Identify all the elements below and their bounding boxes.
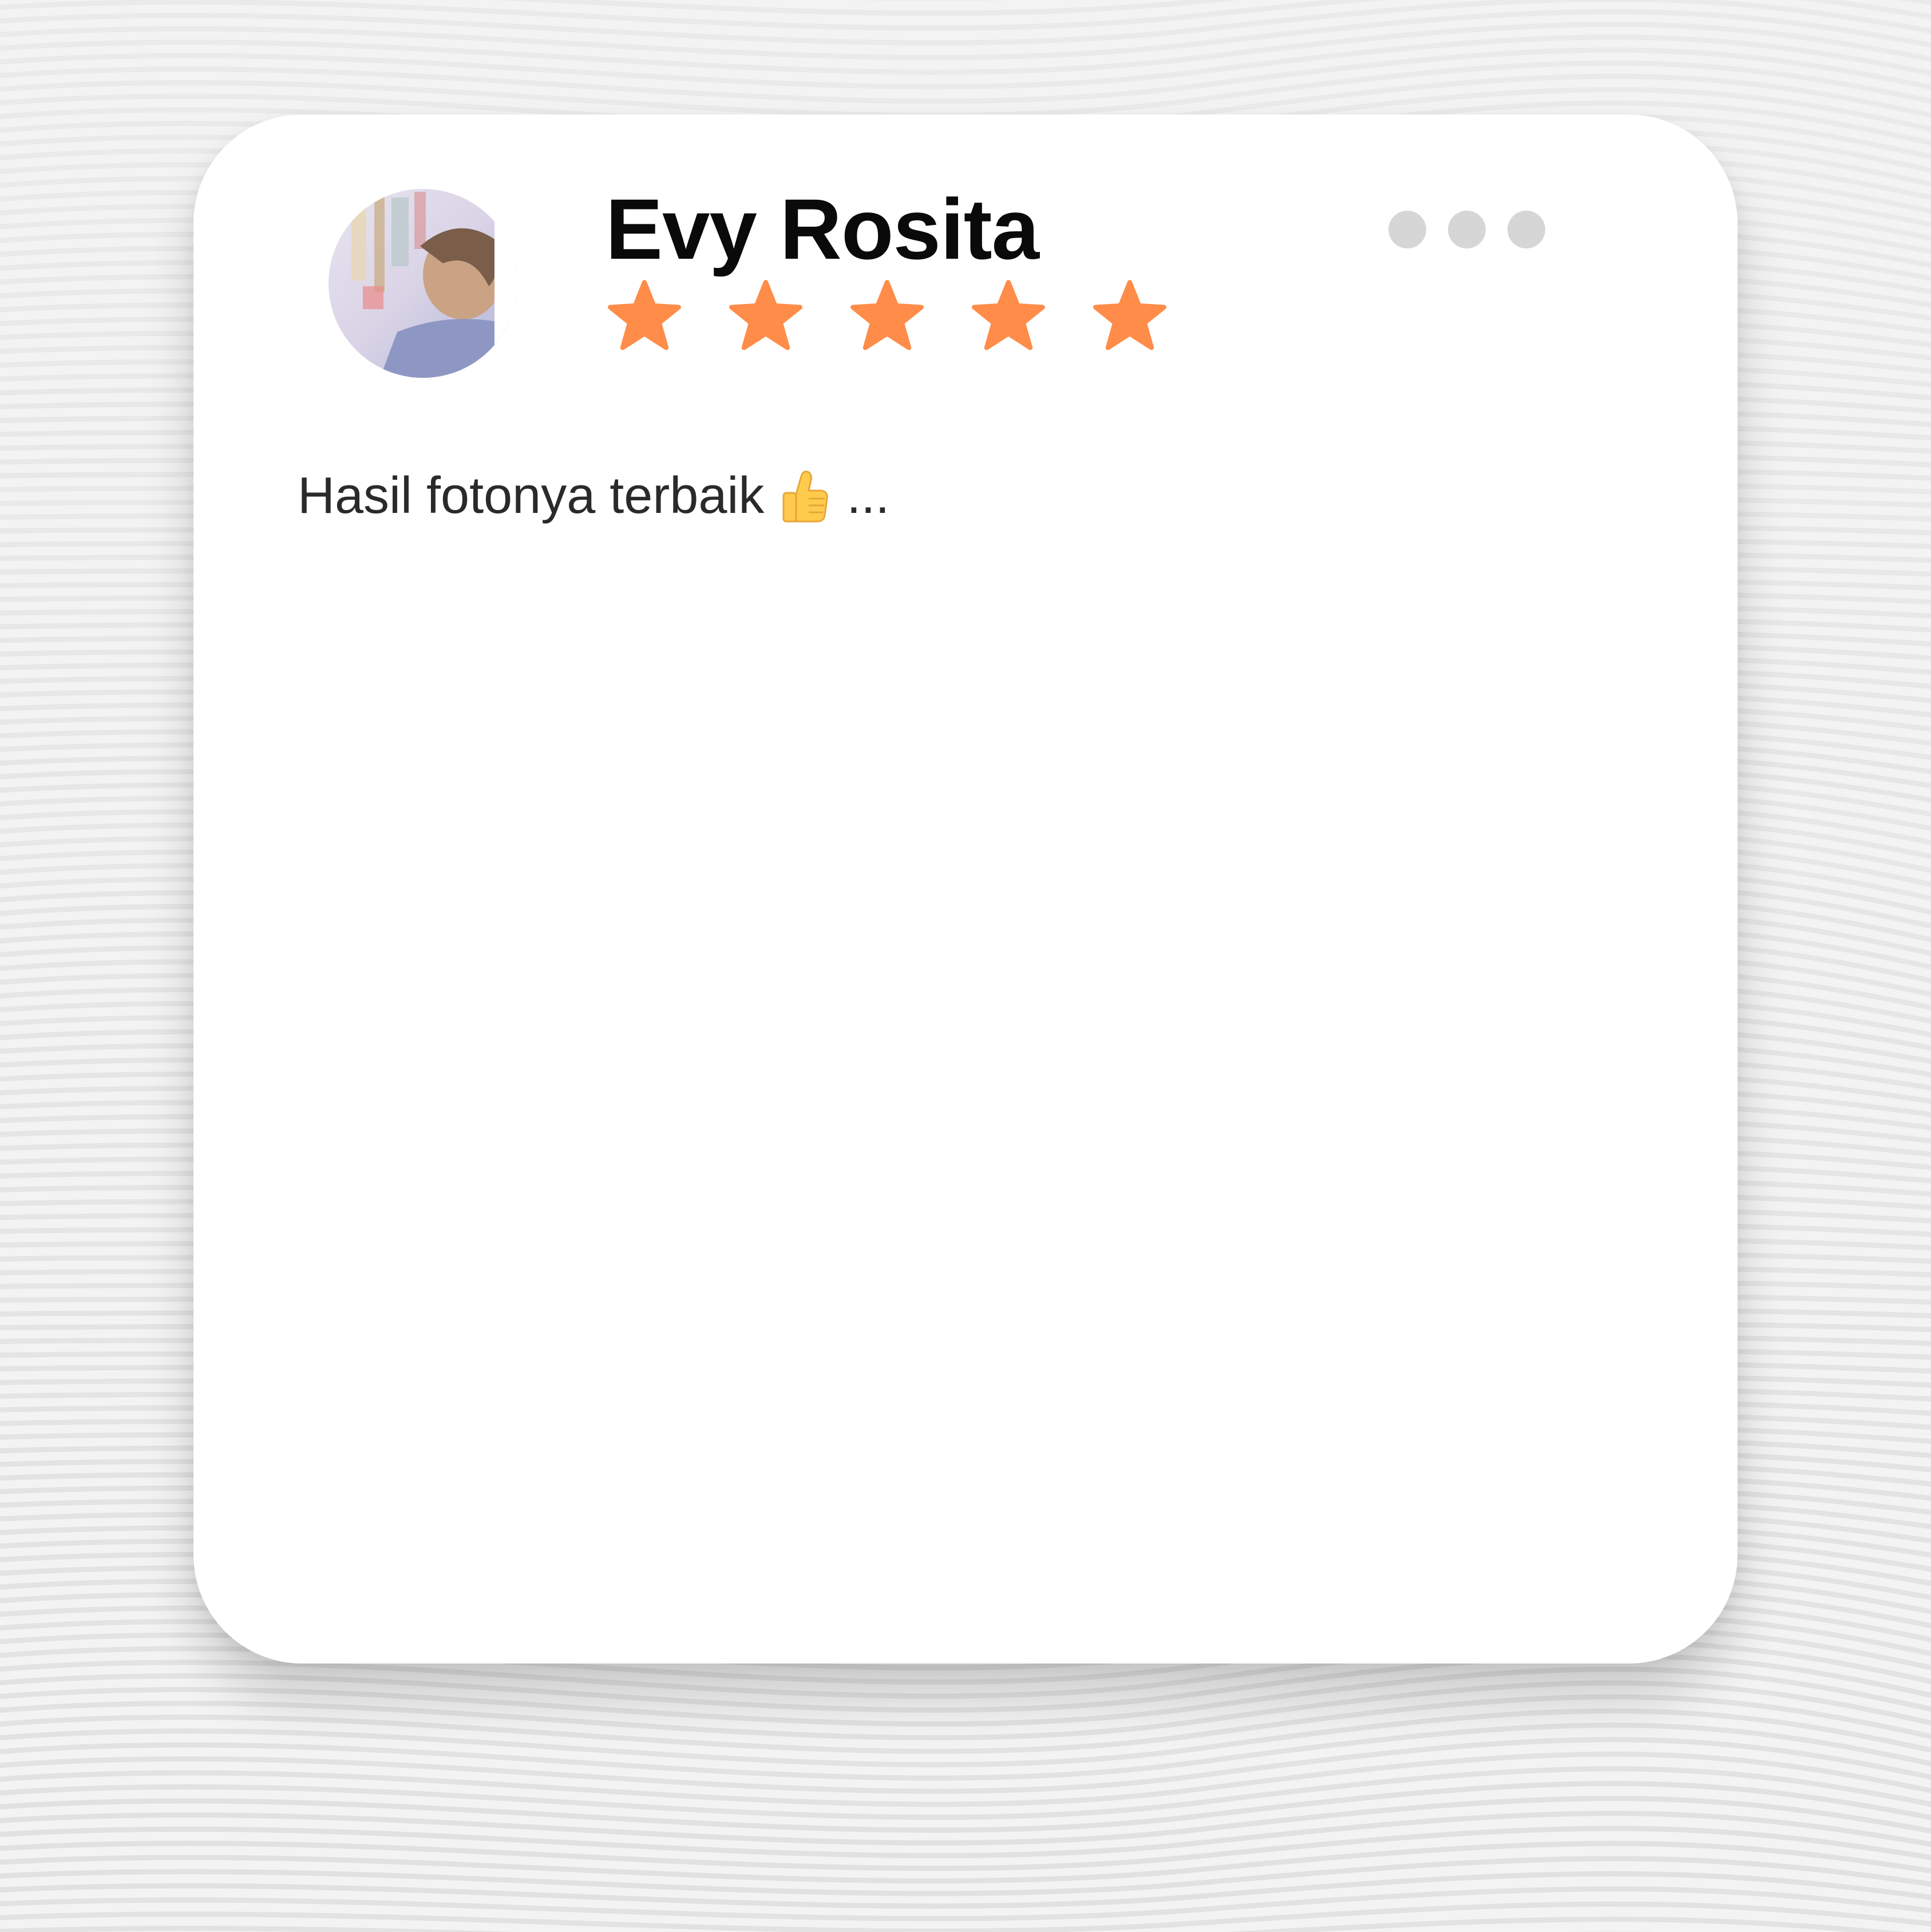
thumbs-up-icon (782, 470, 829, 522)
more-options-dot (1507, 211, 1545, 248)
review-card: Evy Rosita Hasil fotonya terbaik ... (193, 114, 1738, 1664)
more-options-dot (1448, 211, 1486, 248)
more-options-button[interactable] (1388, 211, 1545, 248)
reviewer-name: Evy Rosita (606, 181, 1039, 277)
more-options-dot (1388, 211, 1426, 248)
avatar (329, 189, 517, 378)
star-icon (608, 280, 681, 350)
review-text: Hasil fotonya terbaik (298, 467, 765, 524)
star-rating (606, 278, 1169, 358)
review-ellipsis: ... (846, 467, 890, 524)
star-icon (729, 280, 802, 350)
review-text-line: Hasil fotonya terbaik ... (298, 463, 889, 530)
star-icon (972, 280, 1045, 350)
star-icon (1093, 280, 1166, 350)
star-icon (850, 280, 924, 350)
